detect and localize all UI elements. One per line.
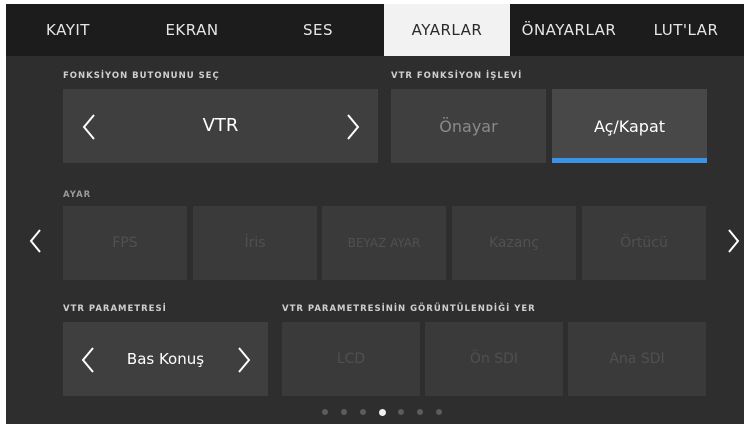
page-dot[interactable] xyxy=(322,409,328,415)
vtr-display-option-on-sdi: Ön SDI xyxy=(425,322,563,396)
vtr-function-option-label: Önayar xyxy=(439,117,498,136)
vtr-parameter-selector: Bas Konuş xyxy=(63,322,268,396)
chevron-right-icon[interactable] xyxy=(345,113,361,141)
function-button-label: FONKSİYON BUTONUNU SEÇ xyxy=(63,71,220,81)
setting-option-kazanc: Kazanç xyxy=(452,206,576,280)
setting-option-label: Kazanç xyxy=(488,235,539,251)
tab-kayit[interactable]: KAYIT xyxy=(6,4,130,56)
setting-option-fps: FPS xyxy=(63,206,187,280)
setting-option-ortucu: Örtücü xyxy=(582,206,706,280)
vtr-function-option-label: Aç/Kapat xyxy=(593,117,666,136)
page-dot[interactable] xyxy=(436,409,442,415)
setting-option-label: Örtücü xyxy=(620,235,668,251)
vtr-display-option-ana-sdi: Ana SDI xyxy=(568,322,706,396)
page-dot[interactable] xyxy=(360,409,366,415)
tab-ayarlar[interactable]: AYARLAR xyxy=(384,4,510,56)
page-next-icon[interactable] xyxy=(727,228,741,254)
setting-option-label: BEYAZ AYAR xyxy=(347,236,421,250)
vtr-function-option-ac-kapat[interactable]: Aç/Kapat xyxy=(552,89,707,163)
settings-screen: KAYIT EKRAN SES AYARLAR ÖNAYARLAR LUT'LA… xyxy=(6,4,744,424)
setting-option-beyaz-ayar: BEYAZ AYAR xyxy=(322,206,446,280)
setting-option-label: FPS xyxy=(112,235,138,251)
setting-label: AYAR xyxy=(63,190,92,200)
tab-ekran[interactable]: EKRAN xyxy=(130,4,254,56)
vtr-function-label: VTR FONKSİYON İŞLEVİ xyxy=(391,71,523,81)
setting-option-iris: İris xyxy=(193,206,317,280)
page-dot[interactable] xyxy=(417,409,423,415)
tab-onayarlar[interactable]: ÖNAYARLAR xyxy=(510,4,628,56)
chevron-right-icon[interactable] xyxy=(236,346,252,374)
vtr-display-option-label: Ön SDI xyxy=(469,351,519,367)
page-dot-current[interactable] xyxy=(379,408,386,416)
setting-option-label: İris xyxy=(244,235,266,251)
page-prev-icon[interactable] xyxy=(28,228,42,254)
page-dot[interactable] xyxy=(341,409,347,415)
function-button-selector: VTR xyxy=(63,89,378,163)
function-button-value: VTR xyxy=(202,115,239,136)
page-dot[interactable] xyxy=(398,409,404,415)
vtr-display-label: VTR PARAMETRESİNİN GÖRÜNTÜLENDİĞİ YER xyxy=(282,304,536,314)
vtr-display-option-label: LCD xyxy=(336,351,366,367)
tab-bar: KAYIT EKRAN SES AYARLAR ÖNAYARLAR LUT'LA… xyxy=(6,4,744,56)
tab-lutlar[interactable]: LUT'LAR xyxy=(628,4,744,56)
vtr-parameter-label: VTR PARAMETRESİ xyxy=(63,304,167,314)
tab-ses[interactable]: SES xyxy=(254,4,382,56)
vtr-display-option-label: Ana SDI xyxy=(609,351,665,367)
selected-indicator xyxy=(552,158,707,163)
vtr-display-option-lcd: LCD xyxy=(282,322,420,396)
vtr-function-option-onayar[interactable]: Önayar xyxy=(391,89,546,163)
